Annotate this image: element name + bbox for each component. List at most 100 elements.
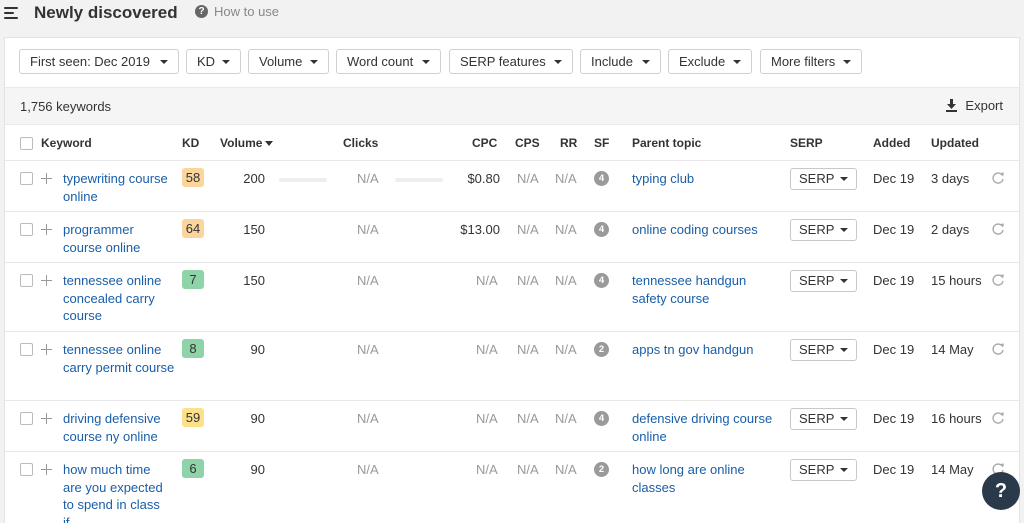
sf-badge[interactable]: 2: [594, 462, 609, 477]
export-button[interactable]: Export: [946, 98, 1003, 113]
serp-dropdown[interactable]: SERP: [790, 339, 857, 361]
sf-badge[interactable]: 4: [594, 171, 609, 186]
serp-dropdown[interactable]: SERP: [790, 270, 857, 292]
serp-dropdown[interactable]: SERP: [790, 219, 857, 241]
parent-topic-link[interactable]: defensive driving course online: [632, 410, 782, 445]
col-rr[interactable]: RR: [560, 136, 577, 150]
filter-label: Exclude: [679, 54, 726, 69]
refresh-icon[interactable]: [991, 222, 1005, 236]
chevron-down-icon: [310, 60, 318, 64]
col-sf[interactable]: SF: [594, 136, 609, 150]
col-volume[interactable]: Volume: [220, 136, 274, 150]
filter-first-seen[interactable]: First seen: Dec 2019: [19, 49, 179, 74]
keyword-link[interactable]: how much time are you expected to spend …: [63, 461, 167, 523]
rr-value: N/A: [555, 273, 577, 288]
cps-value: N/A: [517, 462, 539, 477]
serp-label: SERP: [799, 171, 835, 186]
serp-dropdown[interactable]: SERP: [790, 408, 857, 430]
filter-serp-features[interactable]: SERP features: [449, 49, 573, 74]
export-label: Export: [965, 98, 1003, 113]
col-kd[interactable]: KD: [182, 136, 199, 150]
kd-badge: 8: [182, 339, 204, 358]
row-checkbox[interactable]: [20, 223, 33, 236]
plus-icon[interactable]: [41, 464, 52, 475]
serp-label: SERP: [799, 462, 835, 477]
row-checkbox[interactable]: [20, 412, 33, 425]
download-icon: [946, 99, 958, 112]
col-parent-topic[interactable]: Parent topic: [632, 136, 701, 150]
how-to-use-link[interactable]: How to use: [214, 4, 279, 19]
filter-word-count[interactable]: Word count: [336, 49, 441, 74]
col-cpc[interactable]: CPC: [472, 136, 497, 150]
filter-label: First seen: Dec 2019: [30, 54, 150, 69]
keyword-link[interactable]: tennessee online concealed carry course: [63, 272, 175, 325]
results-summary: 1,756 keywords Export: [5, 87, 1019, 125]
sf-badge[interactable]: 4: [594, 222, 609, 237]
refresh-icon[interactable]: [991, 342, 1005, 356]
filter-label: Include: [591, 54, 633, 69]
col-volume-label: Volume: [220, 136, 263, 150]
serp-dropdown[interactable]: SERP: [790, 168, 857, 190]
parent-topic-link[interactable]: tennessee handgun safety course: [632, 272, 782, 307]
plus-icon[interactable]: [41, 275, 52, 286]
added-date: Dec 19: [873, 171, 915, 186]
sf-badge[interactable]: 4: [594, 273, 609, 288]
volume-value: 150: [243, 273, 265, 288]
parent-topic-link[interactable]: how long are online classes: [632, 461, 782, 496]
filter-more[interactable]: More filters: [760, 49, 862, 74]
row-checkbox[interactable]: [20, 172, 33, 185]
table-row: programmer course online 64 150 N/A $13.…: [5, 212, 1019, 263]
cps-value: N/A: [517, 171, 539, 186]
col-updated[interactable]: Updated: [931, 136, 979, 150]
volume-bar: [279, 178, 327, 182]
refresh-icon[interactable]: [991, 273, 1005, 287]
table-row: tennessee online carry permit course 8 9…: [5, 332, 1019, 401]
volume-value: 150: [243, 222, 265, 237]
select-all-checkbox[interactable]: [20, 137, 33, 150]
volume-value: 200: [243, 171, 265, 186]
added-date: Dec 19: [873, 342, 915, 357]
question-icon[interactable]: ?: [195, 5, 208, 18]
top-bar: Newly discovered ? How to use: [0, 0, 1024, 30]
col-serp[interactable]: SERP: [790, 136, 823, 150]
plus-icon[interactable]: [41, 413, 52, 424]
table-row: typewriting course online 58 200 N/A $0.…: [5, 161, 1019, 212]
serp-dropdown[interactable]: SERP: [790, 459, 857, 481]
sf-badge[interactable]: 4: [594, 411, 609, 426]
help-chat-button[interactable]: ?: [982, 472, 1020, 510]
col-keyword[interactable]: Keyword: [41, 136, 92, 150]
clicks-value: N/A: [357, 273, 379, 288]
filter-include[interactable]: Include: [580, 49, 661, 74]
filter-volume[interactable]: Volume: [248, 49, 329, 74]
plus-icon[interactable]: [41, 344, 52, 355]
chevron-down-icon: [840, 279, 848, 283]
volume-value: 90: [250, 411, 265, 426]
filter-label: More filters: [771, 54, 836, 69]
row-checkbox[interactable]: [20, 274, 33, 287]
col-added[interactable]: Added: [873, 136, 910, 150]
filter-exclude[interactable]: Exclude: [668, 49, 752, 74]
row-checkbox[interactable]: [20, 463, 33, 476]
plus-icon[interactable]: [41, 224, 52, 235]
filter-kd[interactable]: KD: [186, 49, 241, 74]
col-cps[interactable]: CPS: [515, 136, 540, 150]
keyword-link[interactable]: driving defensive course ny online: [63, 410, 175, 445]
rr-value: N/A: [555, 411, 577, 426]
sort-desc-icon: [265, 141, 274, 146]
chevron-down-icon: [554, 60, 562, 64]
plus-icon[interactable]: [41, 173, 52, 184]
parent-topic-link[interactable]: online coding courses: [632, 221, 782, 239]
refresh-icon[interactable]: [991, 171, 1005, 185]
keyword-link[interactable]: tennessee online carry permit course: [63, 341, 175, 376]
col-clicks[interactable]: Clicks: [343, 136, 378, 150]
hamburger-menu-icon[interactable]: [4, 7, 20, 19]
kd-badge: 64: [182, 219, 204, 238]
added-date: Dec 19: [873, 411, 915, 426]
row-checkbox[interactable]: [20, 343, 33, 356]
parent-topic-link[interactable]: typing club: [632, 170, 782, 188]
refresh-icon[interactable]: [991, 411, 1005, 425]
parent-topic-link[interactable]: apps tn gov handgun: [632, 341, 782, 359]
keyword-link[interactable]: typewriting course online: [63, 170, 175, 205]
keyword-link[interactable]: programmer course online: [63, 221, 175, 256]
sf-badge[interactable]: 2: [594, 342, 609, 357]
